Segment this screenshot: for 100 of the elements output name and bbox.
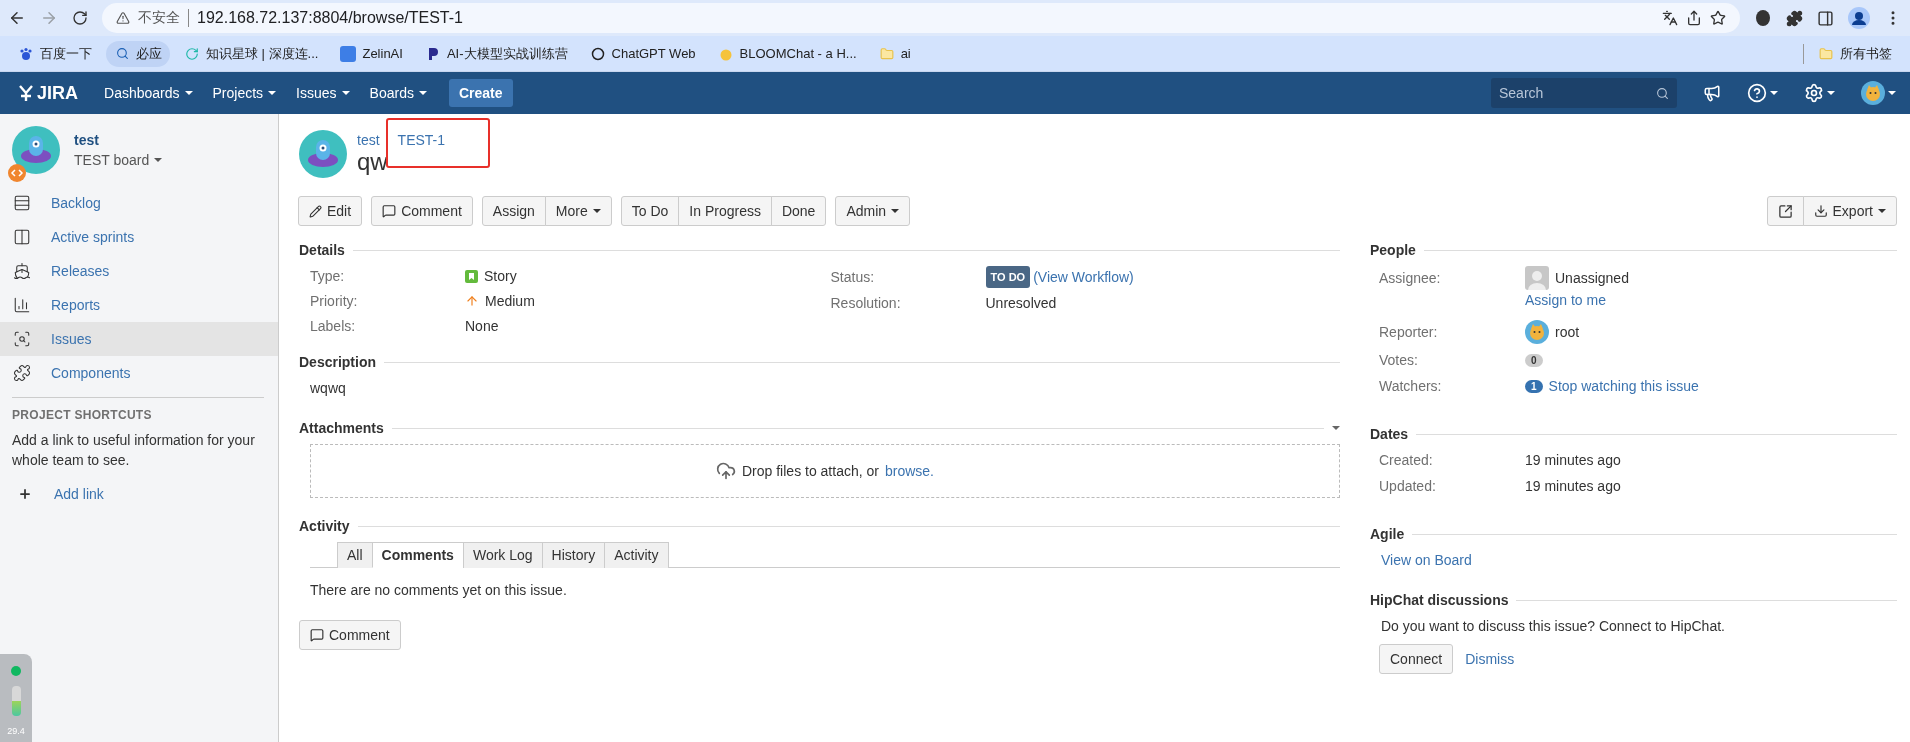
megaphone-icon[interactable] [1703, 84, 1721, 102]
nav-menu[interactable]: Dashboards [96, 77, 201, 109]
user-menu[interactable] [1861, 81, 1896, 105]
address-bar[interactable]: 不安全 192.168.72.137:8804/browse/TEST-1 [102, 3, 1740, 33]
puzzle-icon[interactable] [1786, 9, 1803, 27]
section-heading: Agile [1370, 526, 1405, 542]
sidebar-item[interactable]: Components [0, 356, 278, 390]
action-button[interactable]: Admin [835, 196, 911, 226]
field-label: Type: [310, 267, 346, 286]
reload-icon[interactable] [72, 10, 88, 26]
connect-button[interactable]: Connect [1379, 644, 1454, 674]
field-label: Created: [1379, 451, 1434, 470]
caret-icon [891, 209, 900, 213]
sidebar-item[interactable]: Backlog [0, 186, 278, 220]
bookmark[interactable]: 百度一下 [10, 40, 100, 67]
votes-count: 0 [1525, 353, 1543, 367]
star-icon[interactable] [1710, 10, 1726, 26]
assignee-name: Unassigned [1555, 270, 1629, 286]
activity-tab[interactable]: Comments [371, 542, 464, 568]
settings-icon[interactable] [1804, 83, 1835, 103]
caret-icon [592, 209, 601, 213]
date-value: 19 minutes ago [1525, 477, 1622, 496]
action-button[interactable]: More [544, 196, 612, 226]
nav-menu[interactable]: Issues [288, 77, 358, 109]
status-lozenge: TO DO [985, 266, 1031, 288]
caret-icon[interactable] [1332, 426, 1340, 430]
translate-icon[interactable] [1662, 10, 1678, 26]
sidebar-item[interactable]: Issues [0, 322, 278, 356]
nav-menu[interactable]: Projects [204, 77, 285, 109]
section-heading: Activity [299, 518, 350, 534]
export-button[interactable]: Export [1802, 196, 1897, 226]
search-icon [114, 45, 130, 62]
bookmark[interactable]: ai [870, 41, 919, 66]
action-button[interactable]: In Progress [678, 196, 772, 226]
action-button[interactable]: Comment [371, 196, 473, 226]
field-label: Status: [830, 268, 876, 287]
puzzle-icon [13, 364, 31, 382]
sidebar-item[interactable]: Active sprints [0, 220, 278, 254]
url-text: 192.168.72.137:8804/browse/TEST-1 [197, 9, 463, 27]
section-heading: People [1370, 242, 1416, 258]
drop-zone[interactable]: Drop files to attach, or browse. [310, 444, 1340, 498]
field-label: Assignee: [1379, 269, 1442, 288]
field-label: Resolution: [830, 294, 902, 313]
bookmark[interactable]: 知识星球 | 深度连... [176, 40, 327, 67]
field-label: Watchers: [1379, 377, 1443, 396]
user-silhouette-icon [1525, 266, 1549, 290]
bookmark[interactable]: AI-大模型实战训练营 [416, 40, 576, 67]
security-label: 不安全 [138, 9, 189, 27]
action-button[interactable]: Edit [298, 196, 363, 226]
view-on-board-link[interactable]: View on Board [1381, 552, 1472, 568]
field-label: Labels: [310, 317, 357, 336]
browse-link[interactable]: browse. [884, 463, 934, 479]
add-link[interactable]: Add link [0, 478, 278, 510]
create-button[interactable]: Create [448, 79, 513, 107]
warning-icon [116, 11, 130, 25]
share-icon[interactable] [1686, 10, 1702, 26]
project-link[interactable]: test [357, 132, 380, 148]
bookmark[interactable]: ZelinAI [332, 41, 411, 66]
action-button[interactable]: Assign [481, 196, 546, 226]
jira-logo[interactable]: JIRA [18, 82, 78, 104]
workflow-link[interactable]: (View Workflow) [1033, 267, 1134, 287]
activity-tab[interactable]: Work Log [462, 542, 543, 568]
bookmark[interactable]: 所有书签 [1810, 40, 1900, 67]
comment-button[interactable]: Comment [299, 620, 401, 650]
side-panel-icon[interactable] [1817, 9, 1834, 27]
folder-icon [1818, 45, 1834, 62]
sidebar-item[interactable]: Reports [0, 288, 278, 322]
search-field[interactable]: Search [1491, 78, 1677, 108]
activity-tab[interactable]: All [337, 542, 373, 568]
field-label: Reporter: [1379, 323, 1439, 342]
nav-menu[interactable]: Boards [361, 77, 435, 109]
watchers-count: 1 [1525, 379, 1543, 393]
shortcuts-text: Add a link to useful information for your whole team to see. [11, 431, 256, 470]
action-button[interactable]: Done [770, 196, 827, 226]
field-value: Medium [485, 292, 535, 311]
drop-text: Drop files to attach, or [742, 463, 879, 479]
activity-tab[interactable]: History [541, 542, 606, 568]
bookmark[interactable]: 必应 [106, 40, 170, 67]
board-selector[interactable]: TEST board [74, 152, 163, 168]
bar-chart-icon [13, 296, 31, 314]
stop-watching-link[interactable]: Stop watching this issue [1548, 378, 1699, 394]
project-name[interactable]: test [74, 132, 163, 148]
action-button[interactable]: To Do [620, 196, 680, 226]
share-button[interactable] [1766, 196, 1804, 226]
dismiss-link[interactable]: Dismiss [1465, 651, 1515, 667]
bookmark[interactable]: ChatGPT Web [581, 41, 704, 66]
sidebar-item[interactable]: Releases [0, 254, 278, 288]
issue-key-link[interactable]: TEST-1 [387, 132, 456, 148]
issue-summary: qw [357, 148, 389, 176]
activity-tab[interactable]: Activity [604, 542, 669, 568]
section-heading: Dates [1370, 426, 1409, 442]
help-icon[interactable] [1747, 83, 1778, 103]
bookmark[interactable]: BLOOMChat - a H... [709, 41, 865, 66]
profile-icon[interactable] [1848, 7, 1870, 29]
assign-to-me-link[interactable]: Assign to me [1525, 292, 1897, 308]
field-value: Story [484, 267, 517, 286]
bookmark-icon [465, 269, 478, 283]
back-icon[interactable] [8, 9, 26, 27]
field-value: Unresolved [985, 294, 1057, 313]
folder-icon [878, 45, 895, 62]
